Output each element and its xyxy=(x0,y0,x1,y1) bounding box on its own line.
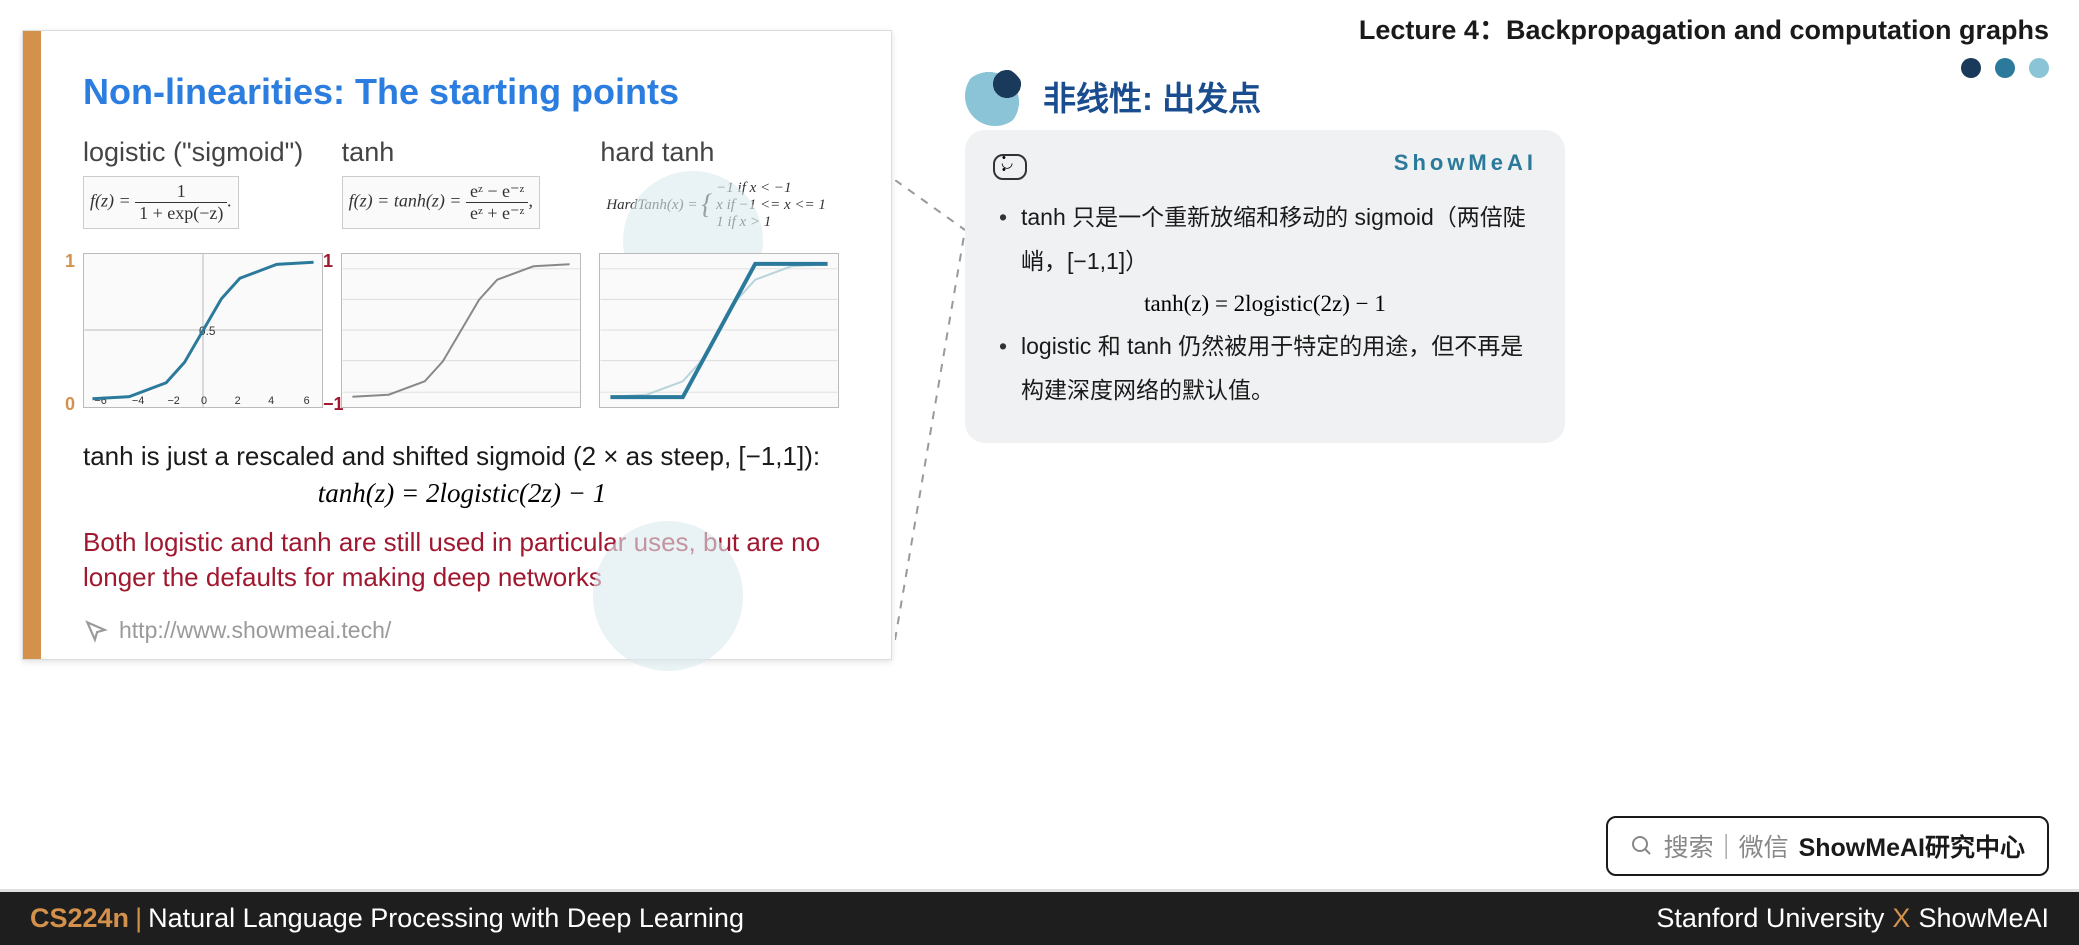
svg-text:2: 2 xyxy=(235,395,241,407)
uni-name: Stanford University xyxy=(1656,903,1884,933)
func-eq-sigmoid: f(z) = 11 + exp(−z). xyxy=(83,176,239,229)
slide-formula: tanh(z) = 2logistic(2z) − 1 xyxy=(83,478,841,509)
axis-label: 1 xyxy=(65,251,75,272)
brand-label: ShowMeAI xyxy=(1394,150,1537,176)
slide-accent-bar xyxy=(23,31,41,659)
svg-text:−4: −4 xyxy=(132,395,144,407)
card-formula: tanh(z) = 2logistic(2z) − 1 xyxy=(993,291,1537,317)
svg-text:0: 0 xyxy=(201,395,207,407)
plot-hardtanh xyxy=(599,253,839,408)
axis-label: 0 xyxy=(65,394,75,415)
svg-text:6: 6 xyxy=(304,395,310,407)
func-eq-tanh: f(z) = tanh(z) = eᶻ − e⁻ᶻeᶻ + e⁻ᶻ, xyxy=(342,176,540,229)
axis-label: −1 xyxy=(323,394,344,415)
search-bold: ShowMeAI研究中心 xyxy=(1799,828,2025,864)
svg-text:4: 4 xyxy=(268,395,274,407)
connector-lines xyxy=(895,180,965,640)
svg-text:−2: −2 xyxy=(167,395,179,407)
func-label-hardtanh: hard tanh xyxy=(600,137,841,168)
lecture-header: Lecture 4：Backpropagation and computatio… xyxy=(1359,8,2049,47)
robot-icon xyxy=(993,154,1027,180)
bullet-item: tanh 只是一个重新放缩和移动的 sigmoid（两倍陡峭，[−1,1]） xyxy=(999,196,1537,283)
decoration-blob xyxy=(593,521,743,671)
course-subtitle: Natural Language Processing with Deep Le… xyxy=(148,903,744,933)
slide-title: Non-linearities: The starting points xyxy=(83,71,841,113)
func-label-sigmoid: logistic ("sigmoid") xyxy=(83,137,324,168)
footer: CS224n|Natural Language Processing with … xyxy=(0,889,2079,945)
plot-sigmoid: 0.5 −6−4−20246 xyxy=(83,253,323,408)
search-label: 搜索｜微信 xyxy=(1664,828,1789,864)
plot-tanh xyxy=(341,253,581,408)
search-hint[interactable]: 搜索｜微信 ShowMeAI研究中心 xyxy=(1606,816,2049,876)
search-icon xyxy=(1630,834,1654,858)
course-code: CS224n xyxy=(30,903,129,933)
side-heading: 非线性: 出发点 xyxy=(965,66,1261,126)
heading-icon xyxy=(965,66,1025,126)
axis-label: 1 xyxy=(323,251,333,272)
slide-note: tanh is just a rescaled and shifted sigm… xyxy=(83,439,841,474)
func-label-tanh: tanh xyxy=(342,137,583,168)
brand-name: ShowMeAI xyxy=(1918,903,2049,933)
slide: Non-linearities: The starting points log… xyxy=(22,30,892,660)
cursor-icon xyxy=(83,618,109,644)
decoration-dots xyxy=(1961,58,2049,78)
summary-card: ShowMeAI tanh 只是一个重新放缩和移动的 sigmoid（两倍陡峭，… xyxy=(965,130,1565,443)
bullet-item: logistic 和 tanh 仍然被用于特定的用途，但不再是构建深度网络的默认… xyxy=(999,325,1537,412)
